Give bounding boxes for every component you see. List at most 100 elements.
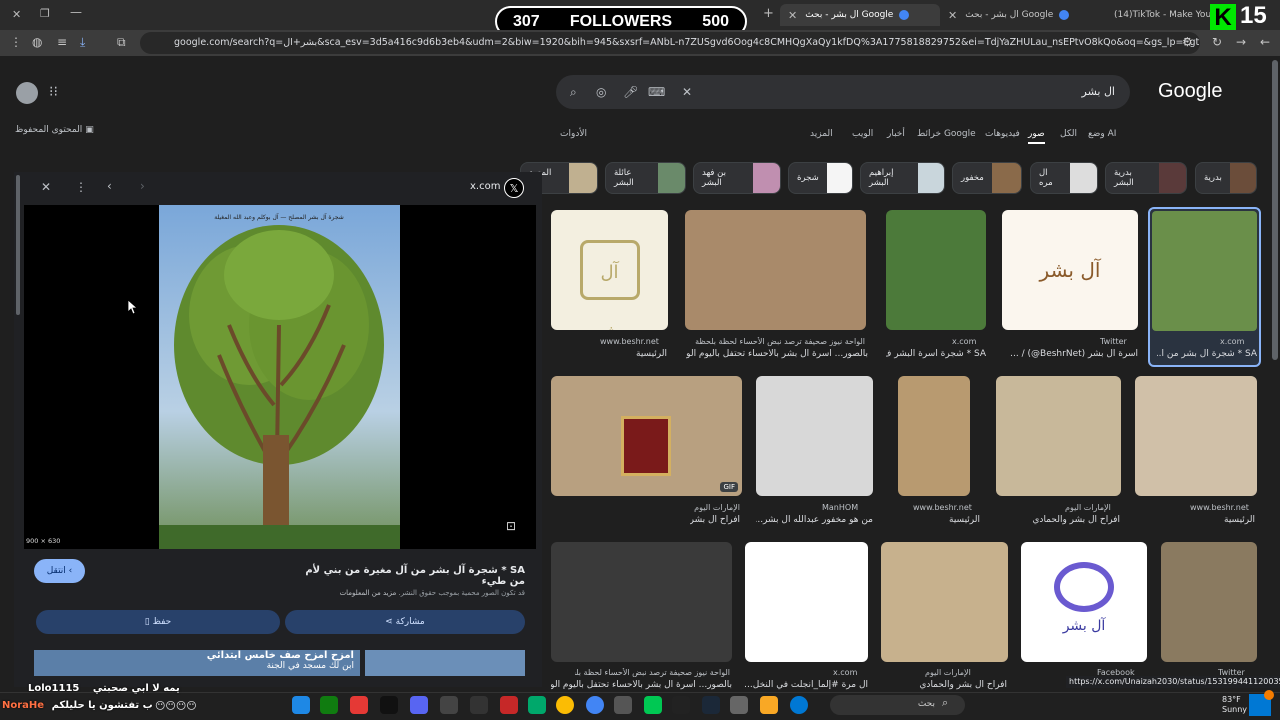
media-icon[interactable]: ≡ xyxy=(57,35,67,49)
result-source[interactable]: x.com xyxy=(952,337,976,346)
tab-google-search-2[interactable]: ✕ ال بشر - بحث Google xyxy=(940,4,1100,26)
result-10-image[interactable] xyxy=(1135,376,1257,496)
edge-icon[interactable] xyxy=(790,696,808,714)
forward-icon[interactable]: → xyxy=(1236,35,1246,49)
result-9-image[interactable] xyxy=(996,376,1121,496)
result-title[interactable]: الرئيسية xyxy=(612,349,667,359)
avatar[interactable] xyxy=(16,82,38,104)
saved-content-link[interactable]: المحتوى المحفوظ ▣ xyxy=(15,125,94,135)
chrome-icon[interactable] xyxy=(556,696,574,714)
result-15-image[interactable] xyxy=(1161,542,1257,662)
weather-widget[interactable]: 83°F Sunny xyxy=(1222,695,1247,715)
chip-1[interactable]: بدرية xyxy=(1195,162,1257,194)
keyboard-icon[interactable]: ⌨ xyxy=(648,85,665,99)
close-tab-icon[interactable]: ✕ xyxy=(948,9,957,22)
tiktok-icon[interactable] xyxy=(380,696,398,714)
tab-google-search-1[interactable]: ✕ ال بشر - بحث Google xyxy=(780,4,940,26)
app-icon[interactable] xyxy=(292,696,310,714)
tab-videos[interactable]: فيديوهات xyxy=(985,129,1020,139)
app-icon[interactable] xyxy=(500,696,518,714)
result-title[interactable]: أفراح آل بشر والحمادي xyxy=(1030,515,1120,525)
close-preview-icon[interactable]: ✕ xyxy=(41,180,51,194)
chrome-icon[interactable] xyxy=(586,696,604,714)
result-4-image[interactable]: آل بشر xyxy=(1002,210,1138,330)
app-icon[interactable] xyxy=(614,696,632,714)
result-title[interactable]: الرئيسية xyxy=(920,515,980,525)
result-title[interactable]: أفراح آل بشر والحمادي xyxy=(890,680,1007,690)
next-image-icon[interactable]: › xyxy=(140,179,145,193)
tab-ai-mode[interactable]: وضع AI xyxy=(1088,129,1116,139)
file-explorer-icon[interactable] xyxy=(760,696,778,714)
result-11-image[interactable] xyxy=(551,542,732,662)
chip-5[interactable]: إبراهيم البشر xyxy=(860,162,945,194)
chip-4[interactable]: مخفور xyxy=(952,162,1022,194)
site-settings-icon[interactable]: ⚙ xyxy=(1182,35,1193,49)
related-image-1[interactable]: امزح امزح صف خامس ابتدائي ابن لك مسجد في… xyxy=(34,650,360,676)
result-title[interactable]: بالصور... أسرة آل بشر بالأحساء تحتفل بال… xyxy=(551,680,732,690)
prev-image-icon[interactable]: ‹ xyxy=(107,179,112,193)
tab-all[interactable]: الكل xyxy=(1060,129,1077,139)
menu-dots-icon[interactable]: ⋮ xyxy=(10,35,22,49)
app-icon[interactable] xyxy=(644,696,662,714)
result-title[interactable]: SA * شجرة أسرة البشر ف... xyxy=(886,349,986,359)
lens-search-icon[interactable]: ⊡ xyxy=(506,519,516,533)
result-source[interactable]: www.beshr.net xyxy=(1190,503,1249,512)
tab-web[interactable]: الويب xyxy=(852,129,873,139)
tab-more[interactable]: المزيد xyxy=(810,129,833,139)
search-input[interactable]: ال بشر xyxy=(1060,85,1116,98)
visit-button[interactable]: انتقل ‹ xyxy=(34,559,85,583)
chip-7[interactable]: بن فهد البشر xyxy=(693,162,781,194)
result-title[interactable]: أفراح آل بشر xyxy=(690,515,740,525)
close-tab-icon[interactable]: ✕ xyxy=(788,9,797,22)
chip-6[interactable]: شجرة xyxy=(788,162,853,194)
app-icon[interactable] xyxy=(350,696,368,714)
app-icon[interactable] xyxy=(470,696,488,714)
steam-icon[interactable] xyxy=(702,696,720,714)
mic-icon[interactable]: 🎤︎ xyxy=(623,85,638,99)
more-options-icon[interactable]: ⋮ xyxy=(75,180,87,194)
google-logo[interactable]: Google xyxy=(1158,80,1223,103)
result-3-image[interactable] xyxy=(886,210,986,330)
preview-source[interactable]: x.com xyxy=(470,181,500,192)
preview-scrollbar[interactable] xyxy=(16,175,20,315)
result-7-image[interactable] xyxy=(756,376,873,496)
result-6-image[interactable]: GIF xyxy=(551,376,742,496)
page-scrollbar[interactable] xyxy=(1272,60,1278,360)
result-source[interactable]: x.com xyxy=(1220,337,1244,346)
app-icon[interactable] xyxy=(528,696,546,714)
share-button[interactable]: ⋖ مشاركة xyxy=(285,610,525,634)
result-title[interactable]: من هو مخفور عبدالله آل بشر... xyxy=(756,515,873,525)
close-window-icon[interactable]: ✕ xyxy=(12,8,21,21)
result-source[interactable]: www.beshr.net xyxy=(600,337,659,346)
reload-icon[interactable]: ↻ xyxy=(1212,35,1222,49)
more-info-link[interactable]: مزيد من المعلومات xyxy=(340,589,397,597)
search-icon[interactable]: ⌕ xyxy=(570,85,577,100)
tab-images[interactable]: صور xyxy=(1028,129,1045,144)
minimize-window-icon[interactable]: — xyxy=(70,5,82,19)
result-source[interactable]: الإمارات اليوم xyxy=(925,668,971,677)
discord-icon[interactable] xyxy=(410,696,428,714)
result-1-image[interactable]: آل بشر xyxy=(551,210,668,330)
result-8-image[interactable] xyxy=(898,376,970,496)
result-source[interactable]: الإمارات اليوم xyxy=(1065,503,1111,512)
result-title[interactable]: الرئيسية xyxy=(1200,515,1255,525)
result-source[interactable]: x.com xyxy=(833,668,857,677)
chip-2[interactable]: بدرية البشر xyxy=(1105,162,1187,194)
family-tree-image[interactable]: شجرة آل بشر المصلح — آل بوكلم وعبد الله … xyxy=(159,205,400,549)
back-icon[interactable]: ← xyxy=(1260,35,1270,49)
xbox-icon[interactable] xyxy=(320,696,338,714)
download-icon[interactable]: ⤓ xyxy=(80,35,85,50)
settings-icon[interactable] xyxy=(730,696,748,714)
result-title[interactable]: أسرة آل بشر (BeshrNet@) / ... xyxy=(1003,349,1138,359)
result-13-image[interactable] xyxy=(881,542,1008,662)
new-tab-icon[interactable]: + xyxy=(763,6,774,21)
search-box[interactable] xyxy=(556,75,1130,109)
result-source[interactable]: www.beshr.net xyxy=(913,503,972,512)
result-source[interactable]: الواحة نيوز صحيفة ترصد نبض الأحساء لحظة … xyxy=(575,668,730,677)
chip-8[interactable]: عائلة البشر xyxy=(605,162,686,194)
chip-3[interactable]: ال مره xyxy=(1030,162,1098,194)
result-title[interactable]: SA * شجرة آل بشر من آ... xyxy=(1157,349,1257,359)
extension-icon[interactable]: ◍ xyxy=(32,35,42,49)
apps-grid-icon[interactable]: ⁝⁝ xyxy=(49,84,58,100)
restore-window-icon[interactable]: ❐ xyxy=(40,7,50,20)
